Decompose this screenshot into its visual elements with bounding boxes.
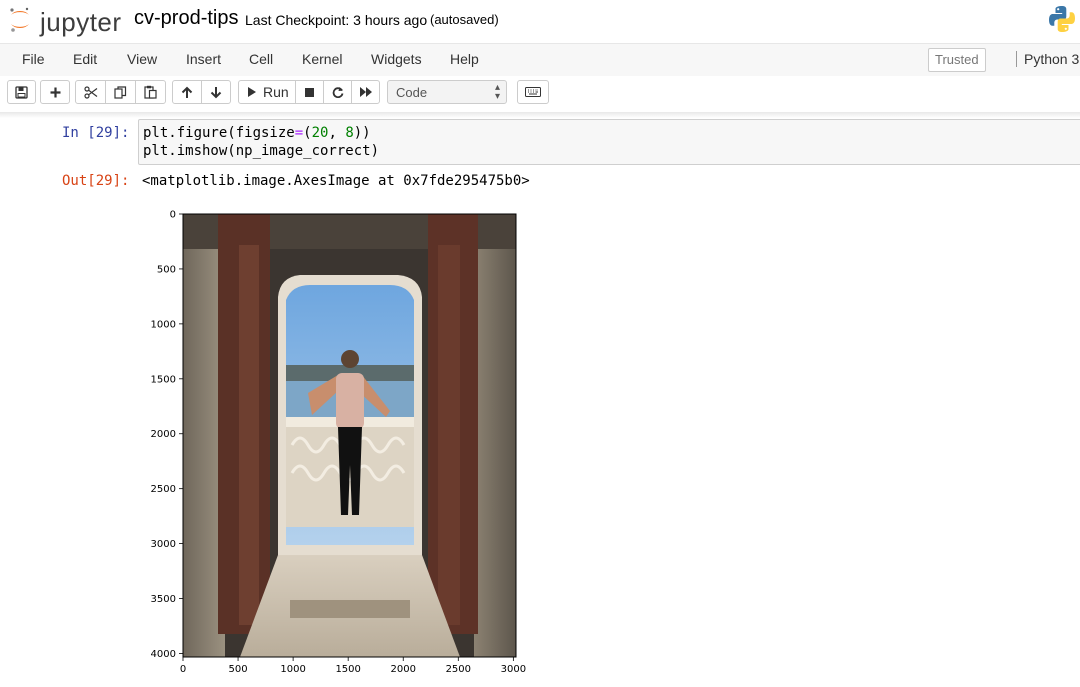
y-tick-label: 3000 bbox=[151, 539, 176, 550]
code-token: , bbox=[328, 125, 346, 141]
y-tick-label: 2000 bbox=[151, 429, 176, 440]
kernel-indicator[interactable]: Python 3 bbox=[1016, 51, 1079, 67]
y-tick-label: 0 bbox=[170, 210, 176, 221]
copy-button[interactable] bbox=[105, 80, 136, 104]
menu-kernel[interactable]: Kernel bbox=[302, 51, 342, 67]
palette-group bbox=[517, 80, 549, 106]
menu-help[interactable]: Help bbox=[450, 51, 479, 67]
interrupt-button[interactable] bbox=[295, 80, 324, 104]
code-token: )) bbox=[353, 125, 371, 141]
arrow-up-icon bbox=[181, 86, 193, 98]
menu-file[interactable]: File bbox=[22, 51, 45, 67]
copy-icon bbox=[114, 85, 127, 99]
y-tick-label: 2500 bbox=[151, 484, 176, 495]
x-tick-label: 0 bbox=[180, 664, 186, 675]
output-text: <matplotlib.image.AxesImage at 0x7fde295… bbox=[142, 173, 530, 189]
code-token: 20 bbox=[311, 125, 329, 141]
code-token: ( bbox=[303, 125, 312, 141]
select-arrows-icon: ▴ ▾ bbox=[494, 82, 500, 102]
y-tick-label: 1000 bbox=[151, 319, 176, 330]
restart-icon bbox=[332, 87, 343, 98]
y-tick-label: 4000 bbox=[151, 649, 176, 660]
menu-cell[interactable]: Cell bbox=[249, 51, 273, 67]
restart-run-all-button[interactable] bbox=[351, 80, 380, 104]
insert-group bbox=[40, 80, 70, 106]
menu-edit[interactable]: Edit bbox=[73, 51, 97, 67]
code-line-1: plt.figure(figsize=(20, 8)) bbox=[143, 125, 371, 141]
imshow-figure: 0 500 1000 1500 2000 2500 3000 0 500 1000 1500 2000… bbox=[140, 205, 540, 682]
move-down-button[interactable] bbox=[201, 80, 231, 104]
clipboard-group bbox=[75, 80, 166, 106]
move-up-button[interactable] bbox=[172, 80, 202, 104]
paste-button[interactable] bbox=[135, 80, 166, 104]
cut-button[interactable] bbox=[75, 80, 106, 104]
x-tick-label: 2000 bbox=[391, 664, 416, 675]
run-group: Run bbox=[238, 80, 380, 106]
code-editor[interactable]: plt.figure(figsize=(20, 8)) plt.imshow(n… bbox=[138, 119, 1080, 165]
cell-type-value: Code bbox=[396, 85, 428, 100]
keyboard-icon bbox=[525, 87, 541, 97]
paste-icon bbox=[144, 85, 157, 99]
jupyter-wordmark: jupyter bbox=[40, 7, 122, 37]
y-tick-label: 500 bbox=[157, 264, 176, 275]
cell-type-select[interactable]: Code ▴ ▾ bbox=[387, 80, 507, 104]
fast-forward-icon bbox=[359, 87, 372, 97]
python-logo-icon bbox=[1049, 6, 1075, 32]
x-tick-label: 1000 bbox=[280, 664, 305, 675]
restart-button[interactable] bbox=[323, 80, 352, 104]
photo-image bbox=[183, 214, 516, 657]
x-tick-label: 500 bbox=[229, 664, 248, 675]
arrow-down-icon bbox=[210, 86, 222, 98]
jupyter-logo-icon bbox=[10, 7, 29, 32]
input-prompt: In [29]: bbox=[62, 125, 130, 141]
insert-cell-button[interactable] bbox=[40, 80, 70, 104]
menu-view[interactable]: View bbox=[127, 51, 157, 67]
output-prompt: Out[29]: bbox=[62, 173, 130, 189]
menubar: File Edit View Insert Cell Kernel Widget… bbox=[0, 43, 1080, 77]
plus-icon bbox=[50, 87, 60, 97]
toolbar: Run bbox=[0, 76, 1080, 112]
checkpoint-status: Last Checkpoint: 3 hours ago bbox=[245, 12, 428, 28]
run-label: Run bbox=[263, 84, 289, 100]
trusted-indicator[interactable]: Trusted bbox=[928, 48, 986, 72]
save-icon bbox=[15, 85, 28, 99]
y-tick-label: 3500 bbox=[151, 594, 176, 605]
x-tick-label: 1500 bbox=[335, 664, 360, 675]
command-palette-button[interactable] bbox=[517, 80, 549, 104]
x-tick-label: 3000 bbox=[501, 664, 526, 675]
toolbar-shadow bbox=[0, 112, 1080, 118]
notebook-header: jupyter cv-prod-tips Last Checkpoint: 3 … bbox=[0, 0, 1080, 42]
menu-widgets[interactable]: Widgets bbox=[371, 51, 422, 67]
run-button[interactable]: Run bbox=[238, 80, 296, 104]
cut-icon bbox=[83, 85, 97, 99]
jupyter-logo[interactable]: jupyter bbox=[8, 4, 121, 37]
code-line-2: plt.imshow(np_image_correct) bbox=[143, 143, 380, 159]
save-group bbox=[7, 80, 36, 106]
code-token: = bbox=[294, 125, 304, 141]
x-tick-label: 2500 bbox=[446, 664, 471, 675]
save-button[interactable] bbox=[7, 80, 36, 104]
stop-icon bbox=[305, 87, 314, 97]
autosave-status: (autosaved) bbox=[430, 12, 499, 27]
y-tick-label: 1500 bbox=[151, 374, 176, 385]
notebook-name[interactable]: cv-prod-tips bbox=[134, 7, 238, 30]
code-token: 8 bbox=[345, 125, 354, 141]
code-token: plt.figure(figsize bbox=[143, 125, 295, 141]
move-group bbox=[172, 80, 231, 106]
menu-insert[interactable]: Insert bbox=[186, 51, 221, 67]
run-icon bbox=[248, 87, 256, 97]
imshow-axes: 0 500 1000 1500 2000 2500 3000 0 500 1000 1500 2000… bbox=[151, 210, 527, 676]
